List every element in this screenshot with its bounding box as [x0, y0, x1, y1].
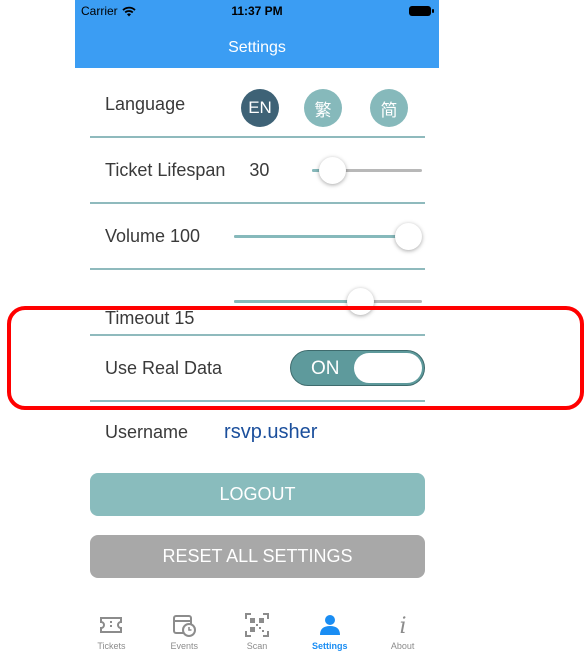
page-title: Settings: [228, 39, 286, 56]
toggle-knob: [354, 353, 422, 383]
battery-icon: [409, 6, 434, 16]
slider-thumb[interactable]: [395, 223, 422, 250]
tab-events[interactable]: Events: [148, 603, 221, 651]
tab-settings-label: Settings: [312, 641, 348, 651]
timeout-row: Timeout 15: [90, 270, 425, 336]
status-bar: Carrier 11:37 PM: [75, 0, 439, 28]
volume-slider[interactable]: [234, 221, 422, 251]
username-row: Username rsvp.usher: [90, 417, 425, 447]
ticket-lifespan-slider[interactable]: [312, 155, 422, 185]
tab-tickets[interactable]: Tickets: [75, 603, 148, 651]
info-icon: i: [399, 614, 406, 639]
use-real-data-row: Use Real Data ON: [90, 336, 425, 402]
calendar-clock-icon: [173, 615, 197, 637]
tab-scan-label: Scan: [246, 641, 268, 651]
username-label: Username: [105, 421, 189, 442]
toggle-state-label: ON: [311, 358, 340, 379]
language-simplified-chinese-button[interactable]: 简: [370, 89, 408, 127]
tab-about[interactable]: i About: [366, 603, 439, 651]
timeout-label: Timeout 15: [105, 307, 195, 328]
tab-settings[interactable]: Settings: [293, 603, 366, 651]
volume-label: Volume 100: [105, 225, 201, 246]
svg-text:i: i: [399, 614, 406, 639]
tab-about-label: About: [390, 641, 415, 651]
status-time: 11:37 PM: [231, 4, 283, 18]
tab-tickets-label: Tickets: [97, 641, 126, 651]
person-icon: [319, 615, 340, 635]
slider-fill: [234, 300, 361, 303]
slider-thumb[interactable]: [318, 157, 346, 184]
timeout-slider[interactable]: [234, 286, 422, 316]
screenshot-canvas: Carrier 11:37 PM Settings Language EN 繁 …: [0, 0, 587, 651]
tab-bar: Tickets Events Scan Settings i About: [75, 603, 439, 651]
language-traditional-chinese-button[interactable]: 繁: [304, 89, 342, 127]
reset-all-settings-button[interactable]: RESET ALL SETTINGS: [90, 535, 425, 578]
language-row: Language EN 繁 简: [90, 72, 425, 138]
nav-bar: Settings: [75, 28, 439, 68]
phone-screen: Carrier 11:37 PM Settings Language EN 繁 …: [75, 0, 439, 651]
ticket-lifespan-row: Ticket Lifespan 30: [90, 138, 425, 204]
ticket-lifespan-value: 30: [249, 159, 270, 180]
tab-scan[interactable]: Scan: [221, 603, 294, 651]
slider-thumb[interactable]: [346, 288, 374, 315]
volume-row: Volume 100: [90, 204, 425, 270]
language-label: Language: [105, 93, 186, 114]
slider-fill: [234, 235, 409, 238]
tab-events-label: Events: [170, 641, 198, 651]
ticket-lifespan-label: Ticket Lifespan: [105, 159, 226, 180]
language-en-button[interactable]: EN: [241, 89, 279, 127]
use-real-data-toggle[interactable]: ON: [290, 350, 425, 386]
use-real-data-label: Use Real Data: [105, 357, 223, 378]
username-value: rsvp.usher: [224, 420, 318, 443]
ticket-icon: [100, 617, 123, 633]
logout-button[interactable]: LOGOUT: [90, 473, 425, 516]
qr-code-icon: [244, 613, 269, 637]
